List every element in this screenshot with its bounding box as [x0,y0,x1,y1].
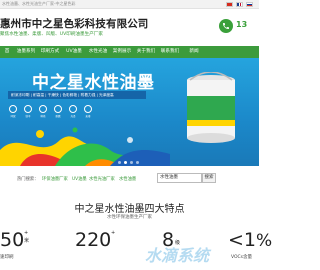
color-icon: 鲜艳 [38,105,48,118]
carousel-dot[interactable] [130,161,133,164]
stat-vocs: <1% [228,229,272,251]
section-title: 中之星水性油墨四大特点 [74,204,185,215]
leaf-icon: 无毒 [83,105,93,118]
ru-flag-icon[interactable] [246,1,253,7]
nav-item-water-varnish[interactable]: 水性光油 [86,46,110,58]
hero-banner[interactable]: 中之星水性油墨 耐深冻印刷 | 耐高温 | 干燥快 | 色彩鲜艳 | 附着力强 … [0,58,259,166]
hot-search-link[interactable]: 环保油墨厂家 [42,176,68,182]
company-tagline: 聚焦水性油墨、柔版、凹版、UV印刷油墨生产厂家 [0,32,103,37]
hot-search-link[interactable]: 水性光油厂家 [89,176,115,182]
phone-number: 13 [236,20,248,29]
stat-value: <1 [228,229,257,251]
stat-desc: VOCs含量 [231,255,253,260]
cn-flag-icon[interactable] [226,1,233,7]
nav-item-uv-ink[interactable]: UV油墨 [62,46,86,58]
main-nav: 首 油墨系列 印刷方式 UV油墨 水性光油 案例展示 关于我们 联系我们 新闻 [0,46,259,58]
banner-features: 耐深冻印刷 | 耐高温 | 干燥快 | 色彩鲜艳 | 附着力强 | 光泽度高 [8,91,146,99]
stat-unit: + [111,230,116,236]
hot-search-label: 热门搜索： [17,177,39,182]
company-name[interactable]: 惠州市中之星色彩科技有限公司 [0,16,148,31]
eco-icon: 环保 [8,105,18,118]
language-switcher [226,1,253,7]
stat-unit: + [24,230,29,236]
drop-icon: 快干 [23,105,33,118]
hot-search-link[interactable]: 水性油墨 [119,176,136,182]
topbar-text: 水性油墨、水性光油生产厂家-中之星色彩 [2,1,76,6]
stat-speed: 50 + 米 [0,229,29,251]
phone-icon [219,19,233,33]
nav-item-cases[interactable]: 案例展示 [110,46,134,58]
search-button[interactable]: 搜索 [202,173,216,183]
banner-title: 中之星水性油墨 [32,73,155,93]
stat-temperature: 220 + [75,229,115,251]
carousel-dots [118,161,139,164]
ink-bucket-image [187,72,235,143]
nav-item-news[interactable]: 新闻 [182,46,206,58]
section-subtitle: 水性环保油墨生产厂家 [107,215,152,220]
nav-item-home[interactable]: 首 [0,46,14,58]
watermark: 水滴系统 [145,246,210,265]
carousel-dot-active[interactable] [124,161,127,164]
nav-item-about[interactable]: 关于我们 [134,46,158,58]
stat-value: 50 [0,229,25,251]
carousel-dot[interactable] [118,161,121,164]
search-bar: 热门搜索： 环保油墨厂家 UV油墨 水性光油厂家 水性油墨 水性油墨 搜索 [0,166,259,192]
stat-desc: 速印刷 [0,255,14,260]
paint-splash-image [0,127,170,166]
gb-flag-icon[interactable] [236,1,243,7]
carousel-dot[interactable] [136,161,139,164]
hot-search-link[interactable]: UV油墨 [72,176,87,182]
stat-value: 220 [75,229,112,251]
nav-item-contact[interactable]: 联系我们 [158,46,182,58]
nav-item-ink-series[interactable]: 油墨系列 [14,46,38,58]
nav-item-printing-methods[interactable]: 印刷方式 [38,46,62,58]
banner-feature-icons: 环保 快干 鲜艳 耐磨 光泽 无毒 [8,105,93,118]
top-utility-bar: 水性油墨、水性光油生产厂家-中之星色彩 [0,0,259,9]
sun-icon: 光泽 [68,105,78,118]
stat-unit: 米 [24,238,30,244]
stat-unit: % [256,231,273,251]
site-header: 惠州市中之星色彩科技有限公司 聚焦水性油墨、柔版、凹版、UV印刷油墨生产厂家 1… [0,10,259,46]
shield-icon: 耐磨 [53,105,63,118]
search-input[interactable]: 水性油墨 [157,173,202,183]
